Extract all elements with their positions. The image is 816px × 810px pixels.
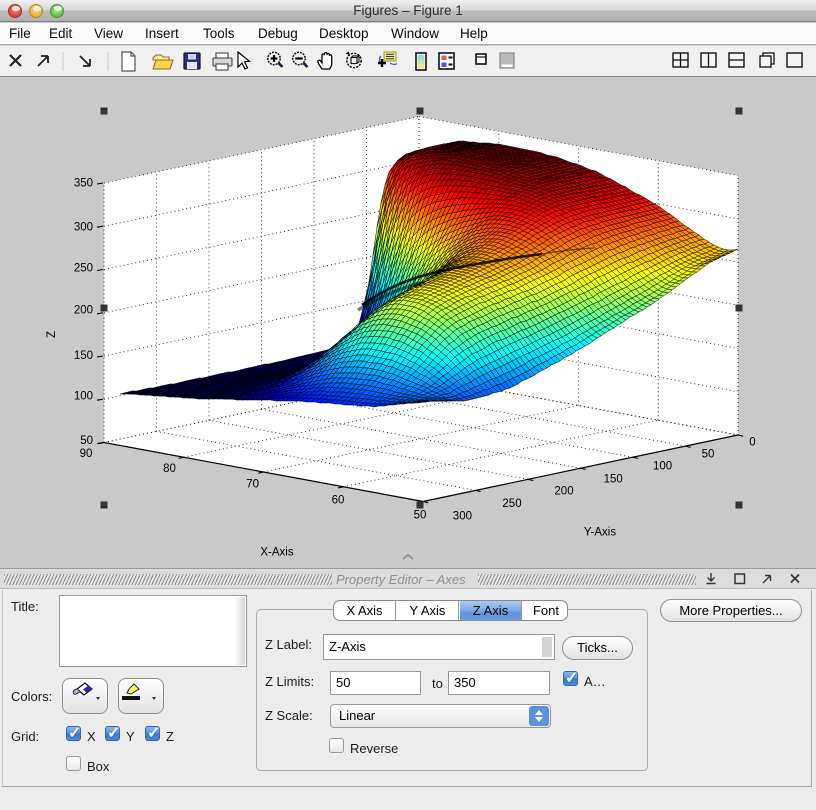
svg-text:300: 300: [453, 511, 472, 523]
svg-text:250: 250: [502, 498, 521, 510]
svg-text:90: 90: [80, 448, 93, 460]
svg-text:200: 200: [74, 305, 93, 317]
svg-text:50: 50: [702, 449, 715, 461]
svg-text:250: 250: [74, 263, 93, 275]
svg-text:Z: Z: [46, 331, 58, 338]
svg-text:100: 100: [74, 391, 93, 403]
svg-text:0: 0: [749, 436, 755, 448]
svg-text:350: 350: [74, 178, 93, 190]
svg-text:80: 80: [163, 463, 176, 475]
svg-text:150: 150: [604, 473, 623, 485]
svg-text:200: 200: [554, 485, 573, 497]
svg-text:300: 300: [74, 221, 93, 233]
svg-text:50: 50: [414, 510, 427, 522]
svg-text:150: 150: [74, 350, 93, 362]
svg-text:60: 60: [332, 495, 345, 507]
svg-text:X-Axis: X-Axis: [260, 547, 293, 559]
svg-text:70: 70: [246, 479, 259, 491]
svg-text:Y-Axis: Y-Axis: [584, 527, 616, 539]
svg-text:100: 100: [653, 461, 672, 473]
svg-text:50: 50: [80, 435, 93, 447]
